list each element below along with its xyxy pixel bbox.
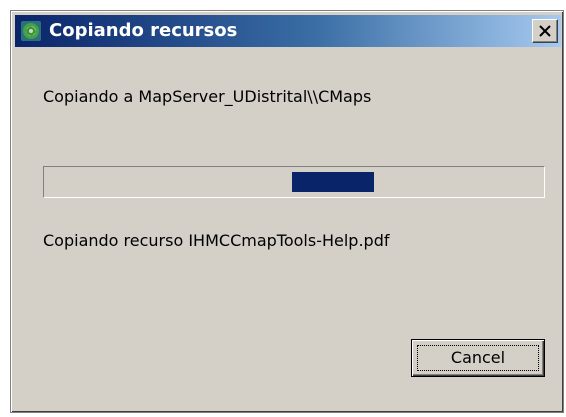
copy-resources-dialog: Copiando recursos Copiando a MapServer_U… (10, 10, 564, 413)
cmaptools-app-icon (21, 21, 41, 41)
current-file-label: Copiando recurso IHMCCmapTools-Help.pdf (43, 231, 390, 250)
cancel-button[interactable]: Cancel (411, 339, 545, 377)
destination-label: Copiando a MapServer_UDistrital\\CMaps (43, 87, 372, 106)
close-button[interactable] (532, 19, 558, 43)
progress-bar (43, 166, 545, 198)
progress-marquee-chunk (292, 172, 374, 192)
dialog-title: Copiando recursos (49, 20, 238, 41)
cancel-button-label: Cancel (417, 345, 539, 371)
close-icon (539, 25, 551, 37)
title-bar[interactable]: Copiando recursos (15, 15, 561, 47)
